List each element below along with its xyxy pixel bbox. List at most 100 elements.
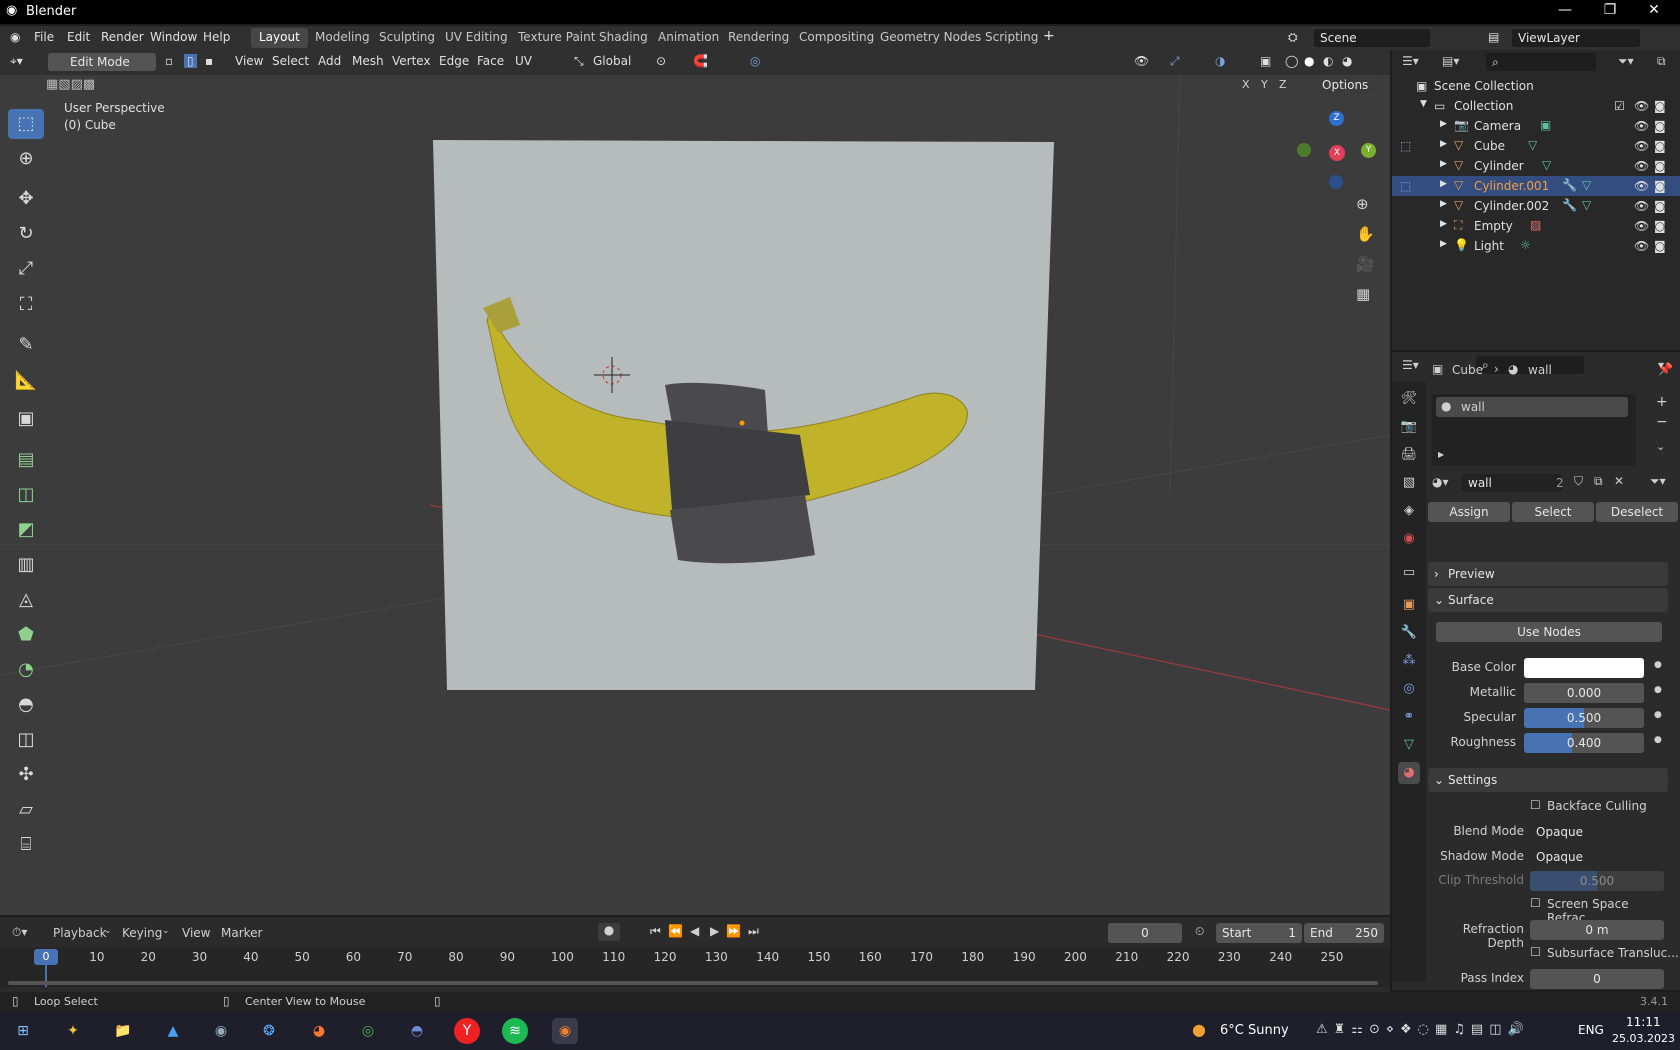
editor-type-icon[interactable]: ⌖▾ [10, 54, 23, 69]
ortho-toggle-icon[interactable]: ▦ [1356, 285, 1370, 303]
expand-icon[interactable]: ▶ [1440, 139, 1447, 149]
current-frame-field[interactable]: 0 [1108, 923, 1182, 943]
render-camera-icon[interactable]: ◙ [1654, 199, 1666, 213]
edit-mode-icon[interactable]: ⬚ [1400, 179, 1411, 193]
poly-build-tool-icon[interactable]: ⬟ [8, 620, 44, 650]
physics-tab-icon[interactable]: ◎ [1398, 678, 1420, 700]
3d-viewport[interactable]: User Perspective (0) Cube ▦▧▨▩ X Y Z Opt… [0, 75, 1390, 915]
render-camera-icon[interactable]: ◙ [1654, 159, 1666, 173]
material-shading-icon[interactable]: ◐ [1323, 54, 1333, 68]
remove-slot-icon[interactable]: − [1656, 414, 1668, 430]
steam-icon[interactable]: ◉ [208, 1018, 234, 1044]
menu-edge[interactable]: Edge [439, 54, 469, 68]
start-frame-field[interactable]: Start 1 [1216, 923, 1302, 943]
move-tool-icon[interactable]: ✥ [8, 184, 44, 214]
yandex-icon[interactable]: Y [454, 1018, 480, 1044]
menu-view[interactable]: View [235, 54, 263, 68]
render-camera-icon[interactable]: ◙ [1654, 219, 1666, 233]
pivot-icon[interactable]: ⊙ [656, 54, 666, 68]
menu-file[interactable]: File [34, 30, 54, 44]
clock-date[interactable]: 25.03.2023 [1612, 1032, 1675, 1045]
list-expand-icon[interactable]: ▶ [1438, 450, 1444, 459]
menu-window[interactable]: Window [150, 30, 197, 44]
menu-uv[interactable]: UV [515, 54, 532, 68]
specular-field[interactable]: 0.500 [1524, 708, 1644, 728]
scene-field[interactable]: Scene [1314, 29, 1430, 47]
blender-menu-icon[interactable]: ◉ [10, 30, 20, 44]
spin-tool-icon[interactable]: ◔ [8, 655, 44, 685]
menu-vertex[interactable]: Vertex [392, 54, 431, 68]
record-button[interactable]: ● [598, 923, 620, 941]
zoom-icon[interactable]: ⊕ [1356, 195, 1369, 213]
settings-panel-header[interactable]: ⌄ Settings [1428, 768, 1668, 792]
checkbox-icon[interactable]: ☑ [1614, 99, 1625, 113]
clip-threshold-field[interactable]: 0.500 [1530, 871, 1664, 891]
app-icon[interactable]: ✦ [60, 1018, 86, 1044]
tray-icons[interactable]: ⚠♜⚏⊙⋄❖◌▦♫▤◫🔊 [1316, 1022, 1530, 1037]
tab-rendering[interactable]: Rendering [720, 28, 797, 48]
tab-modeling[interactable]: Modeling [307, 28, 378, 48]
outliner-display-icon[interactable]: ▤▾ [1442, 54, 1459, 68]
shrink-fatten-tool-icon[interactable]: ✣ [8, 760, 44, 790]
playback-chevron-icon[interactable]: ⌄ [104, 926, 112, 936]
viewlayer-icon[interactable]: ▤ [1488, 30, 1499, 44]
render-camera-icon[interactable]: ◙ [1654, 239, 1666, 253]
outliner-item[interactable]: ▶ 💡 Light ☼ 👁 ◙ [1392, 236, 1680, 256]
slot-specials-icon[interactable]: ⌄ [1656, 440, 1665, 453]
menu-render[interactable]: Render [101, 30, 144, 44]
play-reverse-icon[interactable]: ◀ [690, 924, 699, 938]
menu-select[interactable]: Select [272, 54, 309, 68]
rotate-tool-icon[interactable]: ↻ [8, 219, 44, 249]
eye-icon[interactable]: 👁 [1634, 159, 1649, 173]
gizmo-toggle-icon[interactable]: ⤢ [1170, 54, 1180, 69]
camera-view-icon[interactable]: 🎥 [1356, 255, 1375, 273]
edit-mode-icon[interactable]: ⬚ [1400, 139, 1411, 153]
modifier-tab-icon[interactable]: 🔧 [1398, 622, 1420, 644]
animate-dot-icon[interactable]: ● [1654, 660, 1662, 670]
metallic-field[interactable]: 0.000 [1524, 683, 1644, 703]
render-camera-icon[interactable]: ◙ [1654, 119, 1666, 133]
menu-add[interactable]: Add [318, 54, 341, 68]
vertex-select-icon[interactable]: ▫ [165, 54, 173, 68]
collection-tab-icon[interactable]: ▭ [1398, 562, 1420, 584]
wireframe-shading-icon[interactable]: ◯ [1285, 54, 1298, 68]
animate-dot-icon[interactable]: ● [1654, 685, 1662, 695]
windows-start-icon[interactable]: ⊞ [10, 1018, 36, 1044]
expand-icon[interactable]: ▼ [1420, 99, 1427, 109]
snap-icon[interactable]: 🧲 [693, 54, 708, 68]
eye-icon[interactable]: 👁 [1634, 219, 1649, 233]
menu-keying[interactable]: Keying [122, 926, 162, 940]
roughness-field[interactable]: 0.400 [1524, 733, 1644, 753]
blender-taskbar-icon[interactable]: ◉ [552, 1018, 578, 1044]
filter-icon[interactable]: ⏷▾ [1618, 54, 1634, 69]
inset-tool-icon[interactable]: ◫ [8, 480, 44, 510]
loop-cut-tool-icon[interactable]: ▥ [8, 550, 44, 580]
xray-icon[interactable]: ▣ [1260, 54, 1271, 68]
gizmo-neg-z-icon[interactable] [1329, 175, 1343, 189]
add-cube-tool-icon[interactable]: ▣ [8, 404, 44, 434]
refraction-depth-field[interactable]: 0 m [1530, 920, 1664, 940]
user-count[interactable]: 2 [1556, 476, 1564, 490]
expand-icon[interactable]: ▶ [1440, 159, 1447, 169]
outliner-editor-icon[interactable]: ☰▾ [1402, 54, 1419, 68]
maximize-button[interactable]: ❐ [1590, 2, 1630, 18]
surface-panel-header[interactable]: ⌄ Surface [1428, 588, 1668, 612]
object-tab-icon[interactable]: ▣ [1398, 594, 1420, 616]
keying-chevron-icon[interactable]: ⌄ [162, 926, 170, 936]
tool-tab-icon[interactable]: 🛠 [1398, 388, 1420, 410]
tab-sculpting[interactable]: Sculpting [371, 28, 443, 48]
play-icon[interactable]: ▶ [710, 924, 719, 938]
timeline-scrollbar[interactable] [8, 981, 1378, 985]
tab-scripting[interactable]: Scripting [977, 28, 1046, 48]
eye-icon[interactable]: 👁 [1634, 139, 1649, 153]
options-dropdown[interactable]: Options [1316, 76, 1380, 94]
rip-tool-icon[interactable]: ⌸ [8, 830, 44, 860]
discord-icon[interactable]: ◓ [404, 1018, 430, 1044]
new-collection-icon[interactable]: ⧉ [1657, 54, 1666, 69]
browse-material-icon[interactable]: ◕▾ [1432, 475, 1449, 489]
select-button[interactable]: Select [1512, 502, 1594, 522]
outliner-item[interactable]: ⬚ ▶ ▽ Cube ▽ 👁 ◙ [1392, 136, 1680, 156]
menu-edit[interactable]: Edit [67, 30, 90, 44]
collection-row[interactable]: ▼ ▭ Collection ☑ 👁 ◙ [1392, 96, 1680, 116]
blend-mode-dropdown[interactable]: Opaque [1530, 822, 1664, 842]
